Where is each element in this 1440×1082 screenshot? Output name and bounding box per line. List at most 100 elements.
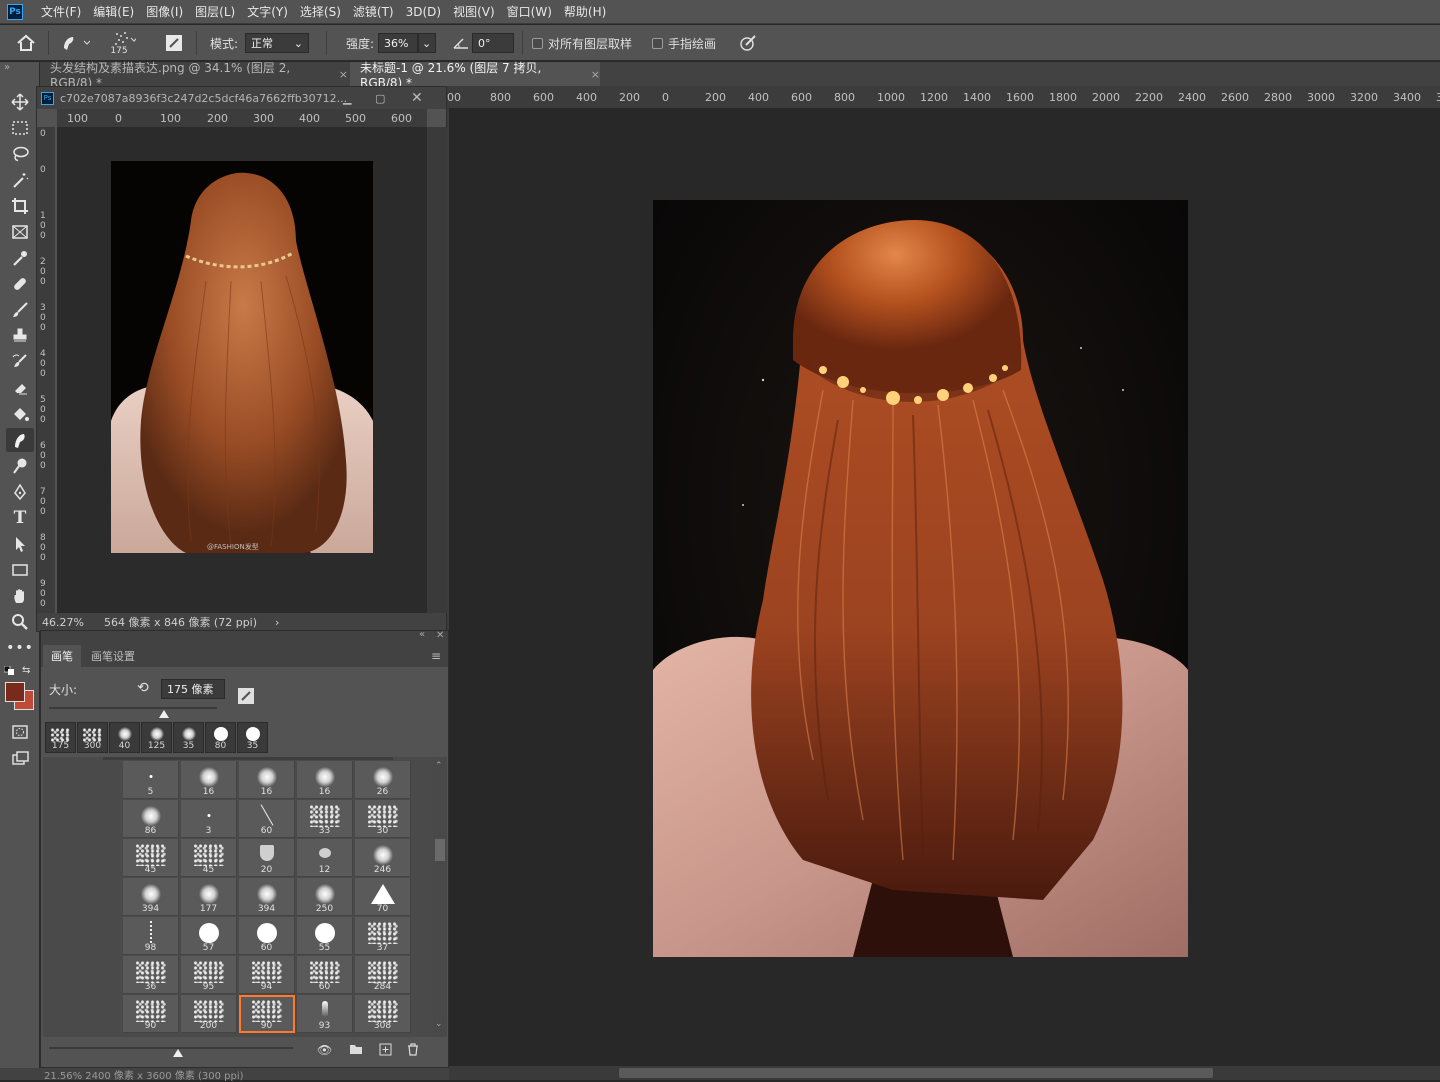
finger-painting-checkbox[interactable]: 手指绘画	[652, 25, 716, 61]
brush-preset-picker[interactable]: 175	[110, 25, 136, 61]
tab-untitled-1[interactable]: 未标题-1 @ 21.6% (图层 7 拷贝, RGB/8) * ×	[350, 61, 600, 90]
brush-preset[interactable]: 45	[123, 839, 179, 877]
paint-bucket-tool-icon[interactable]	[6, 402, 34, 426]
brush-preset[interactable]: 177	[181, 878, 237, 916]
smudge-tool-preset-icon[interactable]	[60, 25, 90, 61]
brush-preset[interactable]: 94	[239, 956, 295, 994]
chevron-up-icon[interactable]: ⌃	[435, 761, 443, 771]
size-slider-track[interactable]	[49, 707, 217, 709]
lasso-tool-icon[interactable]	[6, 142, 34, 166]
brush-preset[interactable]: 90	[239, 995, 295, 1033]
foreground-color-swatch[interactable]	[5, 682, 25, 702]
brush-preset[interactable]: 93	[297, 995, 353, 1033]
menu-image[interactable]: 图像(I)	[140, 3, 189, 20]
brush-preset[interactable]: 20	[239, 839, 295, 877]
brush-preset[interactable]: 12	[297, 839, 353, 877]
magic-wand-tool-icon[interactable]	[6, 168, 34, 192]
recent-brush[interactable]: 125	[141, 722, 172, 753]
brush-preset[interactable]: 33	[297, 800, 353, 838]
brush-preset[interactable]: 200	[181, 995, 237, 1033]
frame-tool-icon[interactable]	[6, 220, 34, 244]
maximize-icon[interactable]: ▢	[375, 92, 385, 105]
brush-preset[interactable]: 394	[123, 878, 179, 916]
brush-preset[interactable]: 57	[181, 917, 237, 955]
swap-colors-icon[interactable]: ⇆	[22, 665, 30, 676]
tab-hair-structure[interactable]: 头发结构及素描表达.png @ 34.1% (图层 2, RGB/8) * ×	[40, 61, 348, 90]
brush-preset[interactable]: 37	[355, 917, 411, 955]
reset-size-icon[interactable]: ⟲	[137, 680, 149, 696]
recent-brush[interactable]: 35	[237, 722, 268, 753]
close-icon[interactable]: ×	[591, 68, 600, 81]
painting-canvas[interactable]	[653, 200, 1188, 957]
recent-brush[interactable]: 80	[205, 722, 236, 753]
preview-size-handle[interactable]	[173, 1049, 183, 1057]
trash-icon[interactable]	[407, 1043, 419, 1056]
reference-canvas-area[interactable]: @FASHION发型	[57, 127, 427, 613]
menu-file[interactable]: 文件(F)	[35, 3, 87, 20]
brush-preset[interactable]: 60	[239, 800, 295, 838]
clone-stamp-tool-icon[interactable]	[6, 324, 34, 348]
screen-mode-icon[interactable]	[6, 746, 34, 770]
brush-preset[interactable]: 98	[123, 917, 179, 955]
menu-help[interactable]: 帮助(H)	[558, 3, 612, 20]
preview-size-slider[interactable]	[49, 1047, 293, 1049]
chevron-right-icon[interactable]: ›	[275, 616, 279, 629]
document-titlebar[interactable]: Ps c702e7087a8936f3c247d2c5dcf46a7662ffb…	[37, 87, 446, 109]
brush-list-scrollbar[interactable]: ⌃ ⌄	[433, 757, 447, 1037]
default-colors-icon[interactable]	[4, 666, 16, 676]
brush-preset[interactable]: 70	[355, 878, 411, 916]
brush-preset[interactable]: 30	[355, 800, 411, 838]
minimize-icon[interactable]: ▁	[343, 92, 351, 105]
brush-preset[interactable]: 55	[297, 917, 353, 955]
strength-field[interactable]: 36% ⌄	[378, 25, 436, 61]
create-brush-icon[interactable]	[237, 687, 255, 705]
crop-tool-icon[interactable]	[6, 194, 34, 218]
zoom-level[interactable]: 46.27%	[42, 616, 84, 629]
menu-filter[interactable]: 滤镜(T)	[347, 3, 400, 20]
chevron-down-icon[interactable]: ⌄	[418, 33, 436, 53]
tab-brush-settings[interactable]: 画笔设置	[83, 645, 143, 667]
brush-preset-list[interactable]: 5 16 16 16 26 86 3 60 33 30 45 45 20 12 246 394 177 394 25…	[43, 757, 433, 1037]
tab-brushes[interactable]: 画笔	[43, 645, 81, 667]
type-tool-icon[interactable]: T	[6, 506, 34, 530]
quick-mask-icon[interactable]	[6, 720, 34, 744]
eraser-tool-icon[interactable]	[6, 376, 34, 400]
path-selection-tool-icon[interactable]	[6, 532, 34, 556]
healing-brush-tool-icon[interactable]	[6, 272, 34, 296]
checkbox-box[interactable]	[652, 37, 663, 49]
angle-field[interactable]: 0°	[472, 25, 514, 61]
dodge-tool-icon[interactable]	[6, 454, 34, 478]
mode-select[interactable]: 正常 ⌄	[245, 25, 309, 61]
recent-brush[interactable]: 40	[109, 722, 140, 753]
checkbox-box[interactable]	[532, 37, 543, 49]
brush-preset[interactable]: 90	[123, 995, 179, 1033]
brush-preset[interactable]: 250	[297, 878, 353, 916]
rectangle-tool-icon[interactable]	[6, 558, 34, 582]
menu-view[interactable]: 视图(V)	[447, 3, 501, 20]
scrollbar-thumb[interactable]	[435, 839, 445, 861]
eyedropper-tool-icon[interactable]	[6, 246, 34, 270]
brush-preset[interactable]: 36	[123, 956, 179, 994]
collapse-icon[interactable]: »	[4, 62, 10, 73]
brush-preset[interactable]: 95	[181, 956, 237, 994]
marquee-tool-icon[interactable]	[6, 116, 34, 140]
hand-tool-icon[interactable]	[6, 584, 34, 608]
brush-preset[interactable]: 60	[239, 917, 295, 955]
panel-menu-icon[interactable]: ≡	[431, 649, 441, 663]
size-slider-handle[interactable]	[159, 710, 169, 718]
brush-preset[interactable]: 308	[355, 995, 411, 1033]
scrollbar-thumb[interactable]	[619, 1068, 1213, 1078]
vertical-scrollbar[interactable]	[427, 127, 447, 613]
size-input[interactable]: 175 像素	[161, 679, 225, 699]
close-icon[interactable]: ×	[339, 68, 348, 81]
smudge-tool-icon[interactable]	[6, 428, 34, 452]
brush-tool-icon[interactable]	[6, 298, 34, 322]
recent-brush[interactable]: 300	[77, 722, 108, 753]
brush-preset[interactable]: 5	[123, 761, 179, 799]
brush-preset[interactable]: 284	[355, 956, 411, 994]
horizontal-scrollbar[interactable]	[449, 1066, 1440, 1080]
chevron-down-icon[interactable]: ⌄	[435, 1019, 443, 1029]
brush-preset[interactable]: 3	[181, 800, 237, 838]
move-tool-icon[interactable]	[6, 90, 34, 114]
close-icon[interactable]: ✕	[411, 90, 423, 106]
